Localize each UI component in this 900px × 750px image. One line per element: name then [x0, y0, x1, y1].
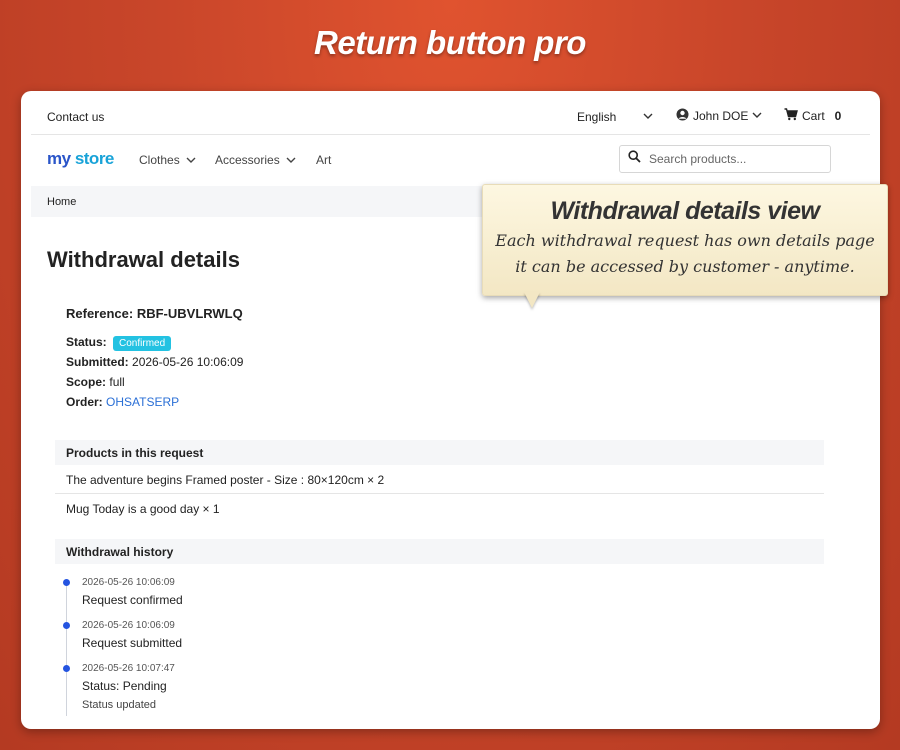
timeline-event-note: Status updated [82, 699, 157, 711]
page-title: Withdrawal details [47, 247, 240, 272]
timeline-dot [63, 579, 70, 586]
logo-part-store: store [74, 149, 115, 168]
withdrawal-reference: Reference: RBF-UBVLRWLQ [66, 306, 243, 321]
cart-icon [784, 108, 798, 124]
callout-line-2: it can be accessed by customer - anytime… [515, 257, 855, 276]
list-item: Mug Today is a good day × 1 [66, 502, 220, 516]
cart-button[interactable]: Cart 0 [784, 108, 841, 124]
callout-line-1: Each withdrawal request has own details … [495, 231, 875, 250]
callout-box: Withdrawal details view Each withdrawal … [482, 184, 888, 296]
user-account-menu[interactable]: John DOE [676, 108, 762, 124]
order-link[interactable]: OHSATSERP [106, 395, 179, 409]
status-badge: Confirmed [113, 336, 172, 351]
contact-us-link[interactable]: Contact us [47, 110, 104, 124]
callout-pointer [524, 292, 540, 308]
chevron-down-icon [286, 157, 296, 163]
chevron-down-icon [752, 109, 762, 123]
status-line: Status: Confirmed [66, 335, 172, 351]
timeline-date: 2026-05-26 10:06:09 [82, 620, 175, 631]
nav-item-accessories[interactable]: Accessories [215, 153, 296, 167]
timeline-dot [63, 665, 70, 672]
nav-item-clothes[interactable]: Clothes [139, 153, 196, 167]
submitted-line: Submitted: 2026-05-26 10:06:09 [66, 355, 244, 369]
timeline-dot [63, 622, 70, 629]
search-input[interactable] [647, 151, 821, 167]
breadcrumb-home[interactable]: Home [47, 196, 76, 208]
callout-title: Withdrawal details view [550, 197, 820, 225]
history-section-heading: Withdrawal history [55, 539, 824, 564]
banner-title: Return button pro [314, 24, 586, 61]
timeline-event: Request submitted [82, 636, 183, 650]
chevron-down-icon[interactable] [643, 108, 653, 126]
search-box[interactable] [619, 145, 831, 173]
cart-count: 0 [834, 109, 842, 123]
store-logo[interactable]: my store [47, 149, 114, 169]
products-section-heading: Products in this request [55, 440, 824, 465]
nav-item-art[interactable]: Art [316, 153, 331, 167]
scope-line: Scope: full [66, 375, 125, 389]
list-item: The adventure begins Framed poster - Siz… [66, 473, 385, 487]
order-line: Order: OHSATSERP [66, 395, 180, 409]
timeline-line [66, 581, 67, 716]
search-icon [628, 150, 641, 168]
chevron-down-icon [186, 157, 196, 163]
cart-label: Cart [802, 109, 825, 123]
timeline-event: Status: Pending [82, 679, 167, 693]
timeline-date: 2026-05-26 10:07:47 [82, 663, 175, 674]
timeline-event: Request confirmed [82, 593, 183, 607]
top-bar: Contact us English John DOE Cart 0 [31, 91, 870, 135]
logo-part-my: my [47, 149, 71, 168]
user-name: John DOE [693, 109, 749, 123]
timeline-date: 2026-05-26 10:06:09 [82, 577, 175, 588]
main-nav: my store Clothes Accessories Art [31, 135, 870, 185]
user-icon [676, 108, 689, 124]
language-selector[interactable]: English [577, 110, 616, 124]
